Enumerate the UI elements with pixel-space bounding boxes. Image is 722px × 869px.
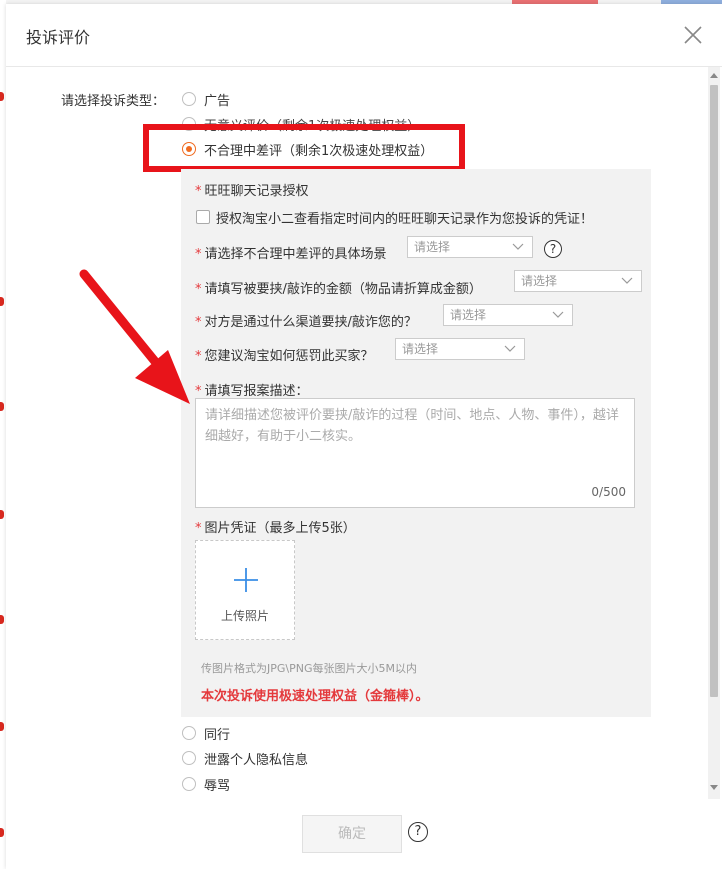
scroll-up-icon[interactable] (710, 73, 718, 78)
evidence-label: * 图片凭证（最多上传5张） (195, 521, 356, 536)
scene-select[interactable]: 请选择 (407, 236, 533, 258)
scroll-thumb[interactable] (710, 85, 718, 697)
description-label: * 请填写报案描述： (195, 384, 309, 399)
chevron-down-icon (552, 311, 564, 318)
punish-select[interactable]: 请选择 (395, 338, 525, 360)
close-icon[interactable] (682, 24, 704, 46)
radio-abuse[interactable] (182, 777, 196, 791)
option-abuse-label: 辱骂 (204, 779, 231, 794)
radio-ad[interactable] (182, 92, 196, 106)
amount-select[interactable]: 请选择 (514, 270, 642, 292)
channel-select[interactable]: 请选择 (443, 304, 573, 326)
fast-process-notice: 本次投诉使用极速处理权益（金箍棒）。 (201, 689, 429, 704)
upload-photo-button[interactable]: 上传照片 (195, 540, 295, 640)
scene-label: * 请选择不合理中差评的具体场景 (195, 247, 387, 262)
punish-label: * 您建议淘宝如何惩罚此买家？ (195, 349, 374, 364)
question-circle-icon[interactable]: ? (544, 240, 562, 258)
chevron-down-icon (621, 277, 633, 284)
radio-privacy-leak[interactable] (182, 751, 196, 765)
upload-photo-label: 上传照片 (220, 609, 269, 623)
dialog-title: 投诉评价 (26, 28, 91, 47)
background-flag-icon (0, 92, 4, 101)
dialog-body: 请选择投诉类型： 广告 无意义评价（剩余1次极速处理权益） 不合理中差评（剩余1… (6, 67, 722, 869)
annotation-highlight-box (143, 124, 465, 172)
dialog-header: 投诉评价 (6, 4, 722, 67)
complaint-type-label: 请选择投诉类型： (61, 94, 166, 109)
plus-icon (234, 568, 258, 592)
radio-competitor[interactable] (182, 726, 196, 740)
background-flag-icon (0, 510, 4, 519)
description-textarea[interactable]: 请详细描述您被评价要挟/敲诈的过程（时间、地点、人物、事件），越详细越好，有助于… (195, 398, 635, 508)
description-char-counter: 0/500 (591, 485, 626, 499)
amount-label: * 请填写被要挟/敲诈的金额（物品请折算成金额） (195, 282, 482, 297)
question-circle-icon[interactable]: ? (408, 822, 428, 842)
option-competitor-label: 同行 (204, 728, 231, 743)
chevron-down-icon (512, 243, 524, 250)
chevron-down-icon (504, 345, 516, 352)
required-mark: * (195, 184, 202, 199)
complaint-dialog: 投诉评价 请选择投诉类型： 广告 无意义评价（剩余1次极速处理权益） 不合理中差… (6, 4, 722, 869)
background-flag-icon (0, 615, 4, 624)
upload-format-hint: 传图片格式为JPG\PNG每张图片大小5M以内 (201, 662, 417, 675)
background-flag-icon (0, 722, 4, 731)
complaint-detail-panel: * 旺旺聊天记录授权 授权淘宝小二查看指定时间内的旺旺聊天记录作为您投诉的凭证！ … (181, 169, 651, 717)
option-ad-label: 广告 (204, 94, 231, 109)
description-placeholder: 请详细描述您被评价要挟/敲诈的过程（时间、地点、人物、事件），越详细越好，有助于… (205, 408, 619, 444)
chat-auth-checkbox-label: 授权淘宝小二查看指定时间内的旺旺聊天记录作为您投诉的凭证！ (216, 212, 594, 227)
background-flag-icon (0, 297, 4, 306)
scrollbar[interactable] (708, 67, 720, 799)
background-flag-icon (0, 828, 4, 837)
scroll-down-icon[interactable] (710, 785, 718, 790)
background-flag-icon (0, 402, 4, 411)
submit-button[interactable]: 确定 (302, 815, 402, 853)
chat-auth-title: * 旺旺聊天记录授权 (195, 184, 309, 199)
channel-label: * 对方是通过什么渠道要挟/敲诈您的？ (195, 315, 417, 330)
chat-auth-checkbox[interactable] (196, 210, 210, 224)
option-privacy-label: 泄露个人隐私信息 (204, 753, 309, 768)
